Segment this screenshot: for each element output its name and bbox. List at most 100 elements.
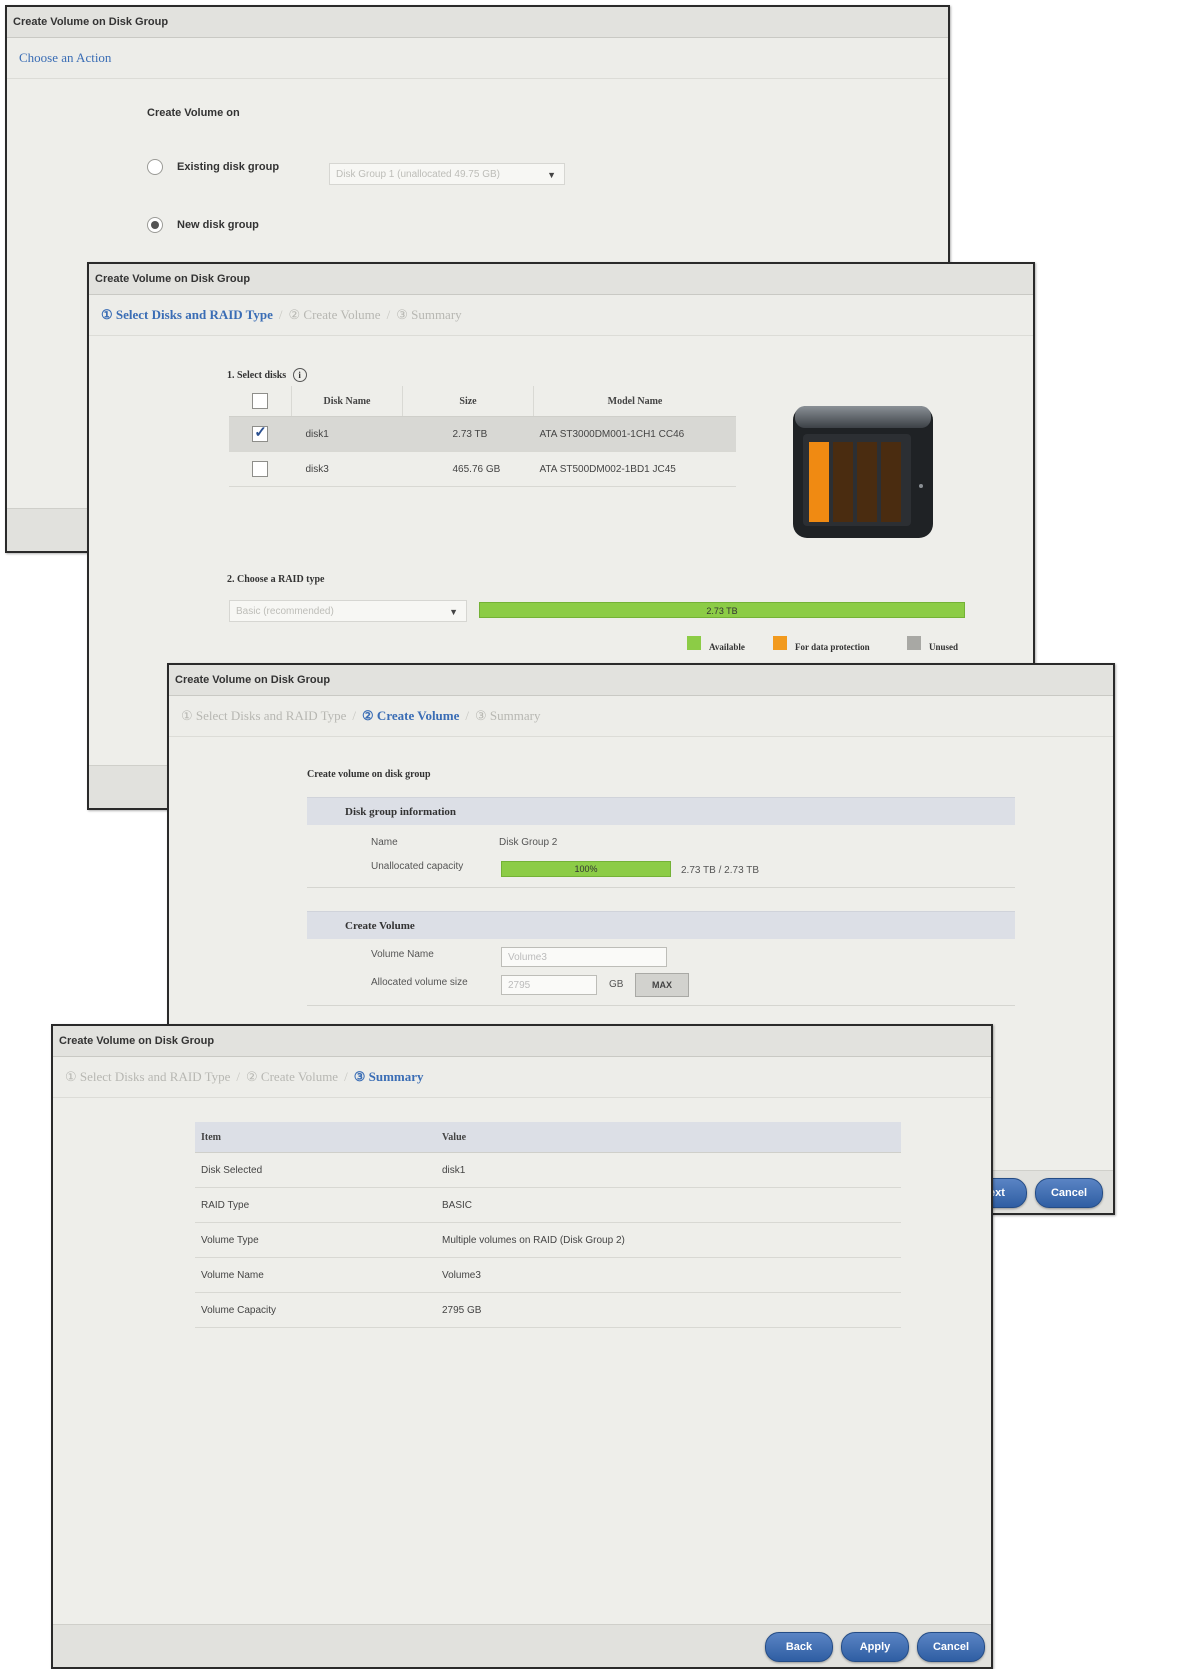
raid-type-label: 2. Choose a RAID type	[227, 574, 325, 585]
item-cell: Volume Capacity	[195, 1292, 438, 1328]
legend-unused: Unused	[929, 642, 959, 652]
legend-protection: For data protection	[795, 642, 870, 652]
step-choose-action: Choose an Action	[19, 50, 112, 65]
table-header: Item Value	[195, 1122, 901, 1153]
value-cell: Multiple volumes on RAID (Disk Group 2)	[438, 1222, 901, 1258]
name-label: Name	[371, 837, 398, 848]
apply-button[interactable]: Apply	[841, 1632, 909, 1662]
value-cell: Volume3	[438, 1257, 901, 1293]
step-select-disks: ① Select Disks and RAID Type	[101, 307, 273, 322]
window-title: Create Volume on Disk Group	[7, 7, 948, 38]
col-size: Size	[402, 386, 534, 417]
step-select-disks: ① Select Disks and RAID Type	[181, 708, 347, 723]
name-value: Disk Group 2	[499, 837, 558, 848]
existing-disk-group-radio[interactable]	[147, 159, 163, 175]
step-summary: ③ Summary	[396, 307, 462, 322]
window-title: Create Volume on Disk Group	[169, 665, 1113, 696]
back-button[interactable]: Back	[765, 1632, 833, 1662]
disk-model: ATA ST500DM002-1BD1 JC45	[533, 451, 736, 487]
window-footer: Back Apply Cancel	[53, 1624, 991, 1667]
step-bar: ① Select Disks and RAID Type / ② Create Vo…	[53, 1057, 991, 1098]
raid-type-value: Basic (recommended)	[236, 606, 334, 617]
legend-unused-swatch	[907, 636, 921, 650]
summary-table: Item Value Disk Selected disk1 RAID Type…	[195, 1122, 901, 1328]
allocated-size-input[interactable]: 2795	[501, 975, 597, 995]
table-row: Volume Capacity 2795 GB	[195, 1292, 901, 1328]
raid-type-select[interactable]: Basic (recommended) ▼	[229, 600, 467, 622]
volume-name-input[interactable]: Volume3	[501, 947, 667, 967]
unallocated-bar: 100%	[501, 861, 671, 877]
step-bar: ① Select Disks and RAID Type / ② Create Vo…	[169, 696, 1113, 737]
step-create-volume: ② Create Volume	[362, 708, 460, 723]
create-volume-header: Create Volume	[307, 911, 1015, 939]
chevron-down-icon: ▼	[547, 170, 556, 180]
disk-name: disk3	[291, 451, 403, 487]
section-divider	[307, 887, 1015, 888]
disk-model: ATA ST3000DM001-1CH1 CC46	[533, 416, 736, 452]
value-cell: BASIC	[438, 1187, 901, 1223]
new-disk-group-radio[interactable]	[147, 217, 163, 233]
allocated-size-unit: GB	[609, 979, 624, 990]
table-row: Volume Name Volume3	[195, 1257, 901, 1293]
select-disks-label: 1. Select disks i	[227, 368, 307, 382]
step-create-volume: ② Create Volume	[246, 1069, 339, 1084]
chevron-down-icon: ▼	[449, 607, 458, 617]
table-row: Disk Selected disk1	[195, 1152, 901, 1188]
step-summary: ③ Summary	[353, 1069, 424, 1084]
select-disks-text: 1. Select disks	[227, 370, 287, 381]
item-cell: Volume Name	[195, 1257, 438, 1293]
info-icon[interactable]: i	[292, 368, 307, 382]
disk-name: disk1	[291, 416, 403, 452]
window-title: Create Volume on Disk Group	[53, 1026, 991, 1057]
volume-name-label: Volume Name	[371, 949, 434, 960]
table-row: RAID Type BASIC	[195, 1187, 901, 1223]
table-row[interactable]: disk1 2.73 TB ATA ST3000DM001-1CH1 CC46	[229, 416, 736, 452]
unallocated-bar-label: 100%	[574, 864, 598, 874]
step-bar: Choose an Action	[7, 38, 948, 79]
capacity-bar-label: 2.73 TB	[706, 606, 738, 616]
disk-size: 465.76 GB	[402, 451, 534, 487]
create-volume-on-heading: Create Volume on	[147, 107, 240, 119]
capacity-bar: 2.73 TB	[479, 602, 965, 618]
existing-disk-group-select[interactable]: Disk Group 1 (unallocated 49.75 GB) ▼	[329, 163, 565, 185]
value-cell: 2795 GB	[438, 1292, 901, 1328]
table-row[interactable]: disk3 465.76 GB ATA ST500DM002-1BD1 JC45	[229, 451, 736, 487]
existing-disk-group-label[interactable]: Existing disk group	[177, 161, 279, 173]
existing-disk-group-value: Disk Group 1 (unallocated 49.75 GB)	[336, 169, 500, 180]
col-disk-name: Disk Name	[291, 386, 403, 417]
step-select-disks: ① Select Disks and RAID Type	[65, 1069, 231, 1084]
legend-available-swatch	[687, 636, 701, 650]
legend-protection-swatch	[773, 636, 787, 650]
select-all-checkbox[interactable]	[252, 393, 268, 409]
nas-device-image	[789, 402, 937, 542]
section-divider	[307, 1005, 1015, 1006]
col-item: Item	[195, 1122, 438, 1153]
step-create-volume: ② Create Volume	[288, 307, 381, 322]
cancel-button[interactable]: Cancel	[917, 1632, 985, 1662]
max-button[interactable]: MAX	[635, 973, 689, 997]
disk3-checkbox[interactable]	[252, 461, 269, 477]
item-cell: RAID Type	[195, 1187, 438, 1223]
select-all-header	[229, 386, 292, 417]
disk1-checkbox[interactable]	[252, 423, 269, 442]
item-cell: Disk Selected	[195, 1152, 438, 1188]
col-value: Value	[438, 1122, 901, 1153]
table-row: Volume Type Multiple volumes on RAID (Di…	[195, 1222, 901, 1258]
disk-group-info-header: Disk group information	[307, 797, 1015, 825]
row-checkbox-cell	[229, 416, 292, 452]
cancel-button[interactable]: Cancel	[1035, 1178, 1103, 1208]
window-summary: Create Volume on Disk Group ① Select Dis…	[51, 1024, 993, 1669]
window-title: Create Volume on Disk Group	[89, 264, 1033, 295]
allocated-size-label: Allocated volume size	[371, 977, 468, 988]
legend-available: Available	[709, 642, 745, 652]
create-volume-heading: Create volume on disk group	[307, 769, 431, 780]
unallocated-value: 2.73 TB / 2.73 TB	[681, 865, 760, 876]
disks-table: Disk Name Size Model Name disk1 2.73 TB …	[229, 386, 736, 487]
table-header: Disk Name Size Model Name	[229, 386, 736, 417]
step-summary: ③ Summary	[475, 708, 541, 723]
new-disk-group-label[interactable]: New disk group	[177, 219, 259, 231]
value-cell: disk1	[438, 1152, 901, 1188]
step-bar: ① Select Disks and RAID Type / ② Create Vo…	[89, 295, 1033, 336]
row-checkbox-cell	[229, 451, 292, 487]
unallocated-label: Unallocated capacity	[371, 861, 464, 872]
